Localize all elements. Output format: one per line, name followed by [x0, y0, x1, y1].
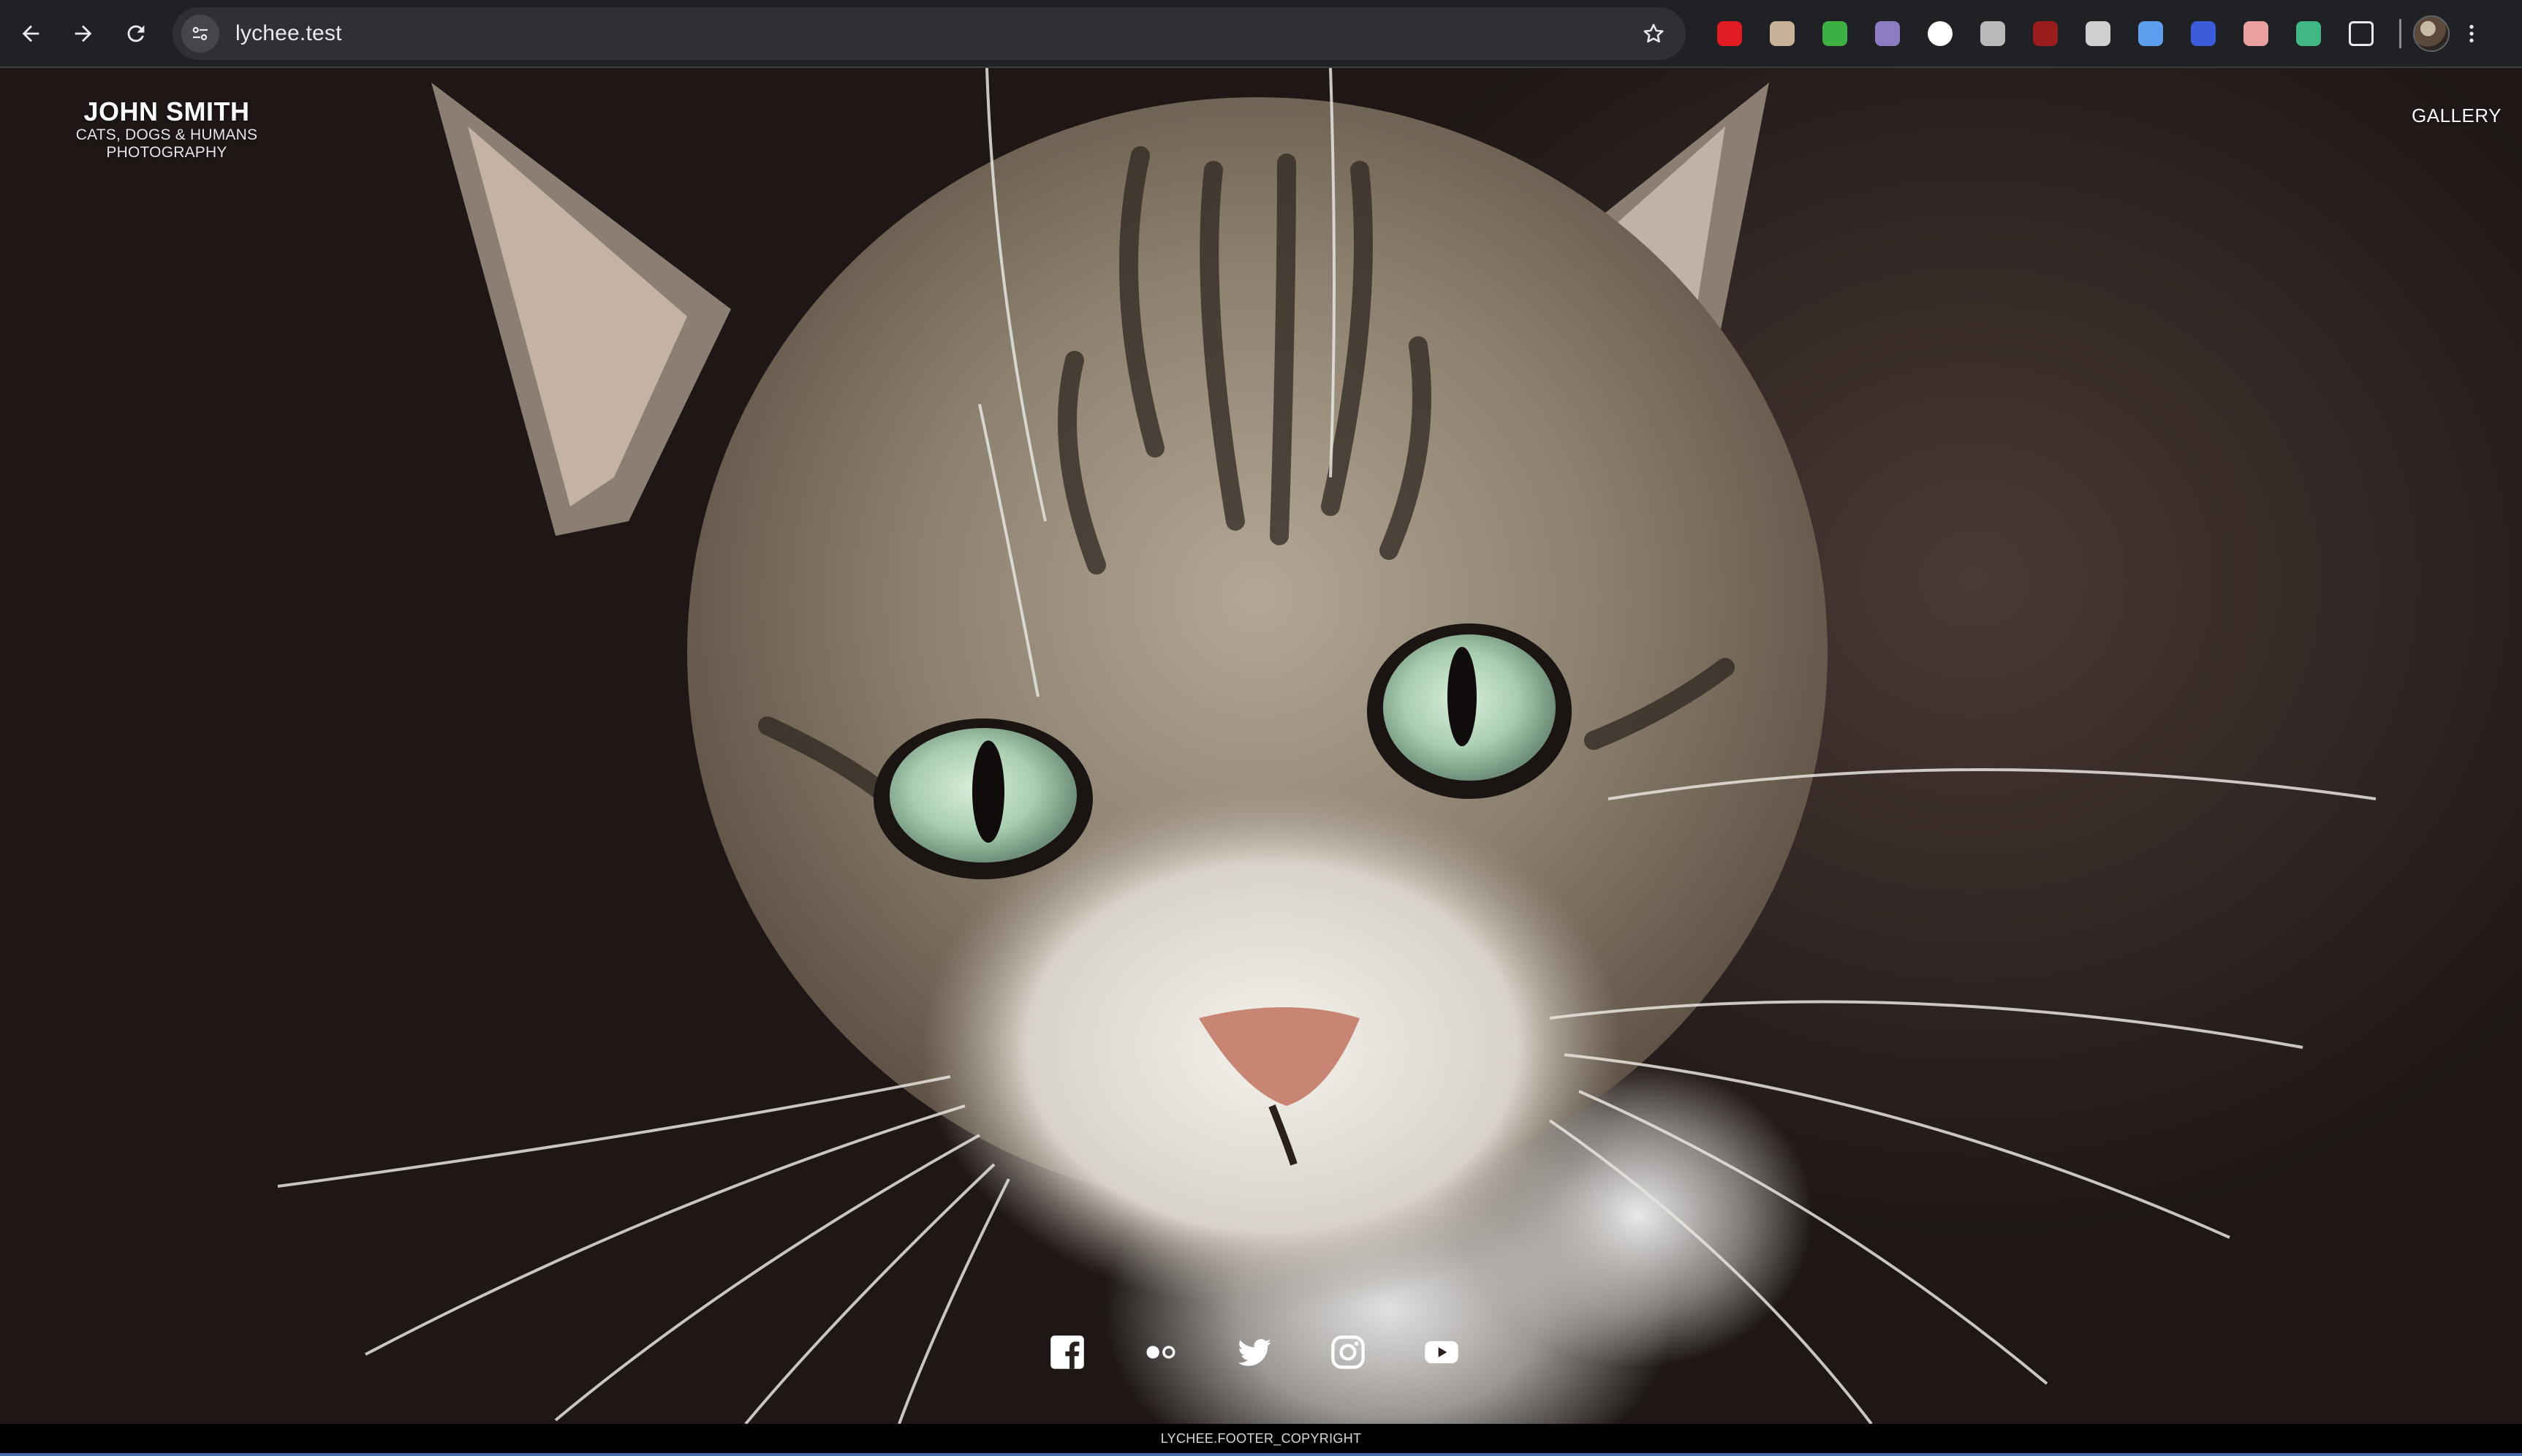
extension-2-icon	[1770, 21, 1795, 46]
hero-cat-photo	[277, 68, 2377, 1424]
site-footer: LYCHEE.FOOTER_COPYRIGHT	[0, 1424, 2522, 1453]
youtube-icon	[1425, 1341, 1458, 1364]
extensions-bar	[1703, 10, 2493, 57]
browser-menu-button[interactable]	[2450, 10, 2493, 57]
back-button[interactable]	[9, 12, 53, 56]
extension-10-button[interactable]	[2177, 10, 2230, 57]
flickr-icon	[1146, 1346, 1175, 1359]
extension-3-button[interactable]	[1809, 10, 1861, 57]
adblock-button[interactable]	[1703, 10, 1756, 57]
extensions-puzzle-button[interactable]	[2335, 10, 2387, 57]
extensions-puzzle-icon	[2349, 21, 2374, 46]
vue-devtools-icon	[2296, 21, 2321, 46]
facebook-icon	[1050, 1335, 1084, 1369]
extension-3-icon	[1822, 21, 1847, 46]
extension-6-button[interactable]	[1966, 10, 2019, 57]
extension-6-icon	[1980, 21, 2005, 46]
arrow-right-icon	[75, 25, 92, 42]
flickr-link[interactable]	[1139, 1330, 1183, 1374]
profile-avatar[interactable]	[2413, 15, 2450, 52]
url-text[interactable]: lychee.test	[235, 21, 342, 46]
arrow-left-icon	[22, 25, 39, 42]
extension-4-button[interactable]	[1861, 10, 1914, 57]
extension-5-button[interactable]	[1914, 10, 1966, 57]
forward-button[interactable]	[61, 12, 105, 56]
extension-10-icon	[2191, 21, 2216, 46]
twitter-link[interactable]	[1232, 1330, 1276, 1374]
extension-5-icon	[1928, 21, 1953, 46]
site-brand[interactable]: JOHN SMITH CATS, DOGS & HUMANS PHOTOGRAP…	[20, 97, 313, 162]
site-info-button[interactable]	[181, 15, 219, 53]
social-links	[1045, 1330, 1463, 1374]
tune-icon	[192, 26, 208, 41]
site-title[interactable]: JOHN SMITH	[20, 97, 313, 126]
reload-icon	[127, 25, 145, 42]
bookmark-button[interactable]	[1636, 16, 1671, 51]
twitter-icon	[1238, 1338, 1271, 1366]
footer-copyright: LYCHEE.FOOTER_COPYRIGHT	[1160, 1430, 1362, 1446]
extension-2-button[interactable]	[1756, 10, 1809, 57]
extension-4-icon	[1875, 21, 1900, 46]
shield-icon	[2086, 21, 2110, 46]
window-bottom-edge	[0, 1453, 2522, 1456]
ublock-icon	[2033, 21, 2058, 46]
gallery-link[interactable]: GALLERY	[2412, 105, 2502, 127]
instagram-link[interactable]	[1326, 1330, 1370, 1374]
reload-button[interactable]	[114, 12, 158, 56]
extension-9-button[interactable]	[2124, 10, 2177, 57]
youtube-link[interactable]	[1420, 1330, 1463, 1374]
adblock-icon	[1717, 21, 1742, 46]
address-bar[interactable]: lychee.test	[173, 7, 1686, 60]
lychee-landing-page: JOHN SMITH CATS, DOGS & HUMANS PHOTOGRAP…	[0, 68, 2522, 1424]
shield-button[interactable]	[2072, 10, 2124, 57]
extension-9-icon	[2138, 21, 2163, 46]
vue-devtools-button[interactable]	[2282, 10, 2335, 57]
star-icon	[1643, 23, 1664, 43]
more-vert-icon	[2469, 25, 2474, 42]
instagram-icon	[1331, 1335, 1365, 1369]
toolbar-separator	[2399, 19, 2401, 48]
ublock-button[interactable]	[2019, 10, 2072, 57]
site-subtitle: CATS, DOGS & HUMANS PHOTOGRAPHY	[75, 126, 258, 161]
extension-11-icon	[2243, 21, 2268, 46]
facebook-link[interactable]	[1045, 1330, 1089, 1374]
extension-11-button[interactable]	[2230, 10, 2282, 57]
browser-toolbar: lychee.test	[0, 0, 2522, 68]
